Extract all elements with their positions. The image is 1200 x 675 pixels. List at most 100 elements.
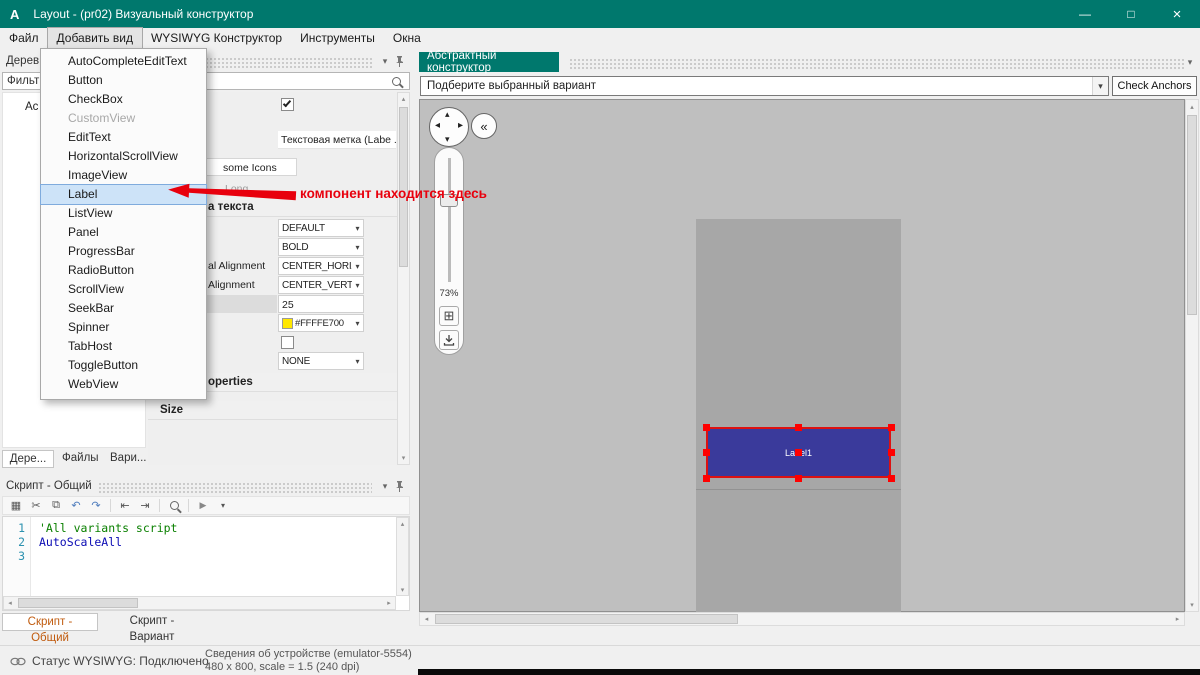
scroll-left-icon[interactable]: ◂ (420, 613, 433, 625)
menu-item-autocompleteedittext[interactable]: AutoCompleteEditText (41, 52, 206, 71)
canvas-vertical-scrollbar[interactable]: ▴ ▾ (1185, 99, 1199, 612)
fit-grid-button[interactable]: ⊞ (439, 306, 459, 326)
zoom-slider-track[interactable] (448, 158, 451, 282)
tab-script-variant[interactable]: Скрипт - Вариант (100, 613, 204, 643)
nav-right-icon[interactable]: ▸ (458, 120, 463, 131)
scrollbar-thumb[interactable] (18, 598, 138, 608)
run-icon[interactable]: ▶ (194, 497, 212, 514)
menu-item-listview[interactable]: ListView (41, 204, 206, 223)
menu-item-spinner[interactable]: Spinner (41, 318, 206, 337)
selection-handle[interactable] (795, 424, 802, 431)
maximize-button[interactable]: □ (1108, 0, 1154, 28)
search-icon[interactable] (392, 76, 401, 86)
selection-handle[interactable] (795, 449, 802, 456)
selection-handle[interactable] (888, 475, 895, 482)
outdent-icon[interactable]: ⇤ (116, 497, 134, 514)
chevron-down-icon[interactable]: ▾ (214, 497, 232, 514)
section-size[interactable]: Size (148, 401, 397, 420)
collapse-panel-button[interactable]: « (471, 113, 497, 139)
menu-item-togglebutton[interactable]: ToggleButton (41, 356, 206, 375)
selection-handle[interactable] (703, 475, 710, 482)
horizontal-alignment-dropdown[interactable]: CENTER_HORIZONTAL ▾ (278, 257, 364, 275)
horizontal-alignment-label: al Alignment (208, 260, 266, 272)
vertical-alignment-dropdown[interactable]: CENTER_VERTICAL ▾ (278, 276, 364, 294)
nav-down-icon[interactable]: ▾ (445, 134, 450, 145)
undo-icon[interactable]: ↶ (67, 497, 85, 514)
menu-item-tabhost[interactable]: TabHost (41, 337, 206, 356)
panel-menu-chevron-icon[interactable]: ▾ (378, 54, 392, 68)
indent-icon[interactable]: ⇥ (136, 497, 154, 514)
menu-item-panel[interactable]: Panel (41, 223, 206, 242)
close-button[interactable]: × (1154, 0, 1200, 28)
menu-item-webview[interactable]: WebView (41, 375, 206, 394)
tab-variants[interactable]: Вари... (104, 450, 150, 468)
tree-node[interactable]: Ac (25, 101, 38, 113)
device-screen[interactable] (696, 219, 901, 613)
design-canvas[interactable]: Label1 ▴ ▾ ◂ ▸ « 73% ⊞ (419, 99, 1185, 613)
selection-handle[interactable] (888, 424, 895, 431)
search-icon[interactable] (165, 497, 183, 514)
none-dropdown[interactable]: NONE ▾ (278, 352, 364, 370)
scroll-left-icon[interactable]: ◂ (4, 597, 16, 609)
tab-files[interactable]: Файлы (56, 450, 102, 468)
scroll-up-icon[interactable]: ▴ (397, 518, 408, 529)
scrollbar-thumb[interactable] (435, 614, 738, 624)
text-size-field[interactable]: 25 (278, 295, 364, 313)
tab-script-general[interactable]: Скрипт - Общий (2, 613, 98, 644)
tab-abstract-designer[interactable]: Абстрактный конструктор (419, 50, 559, 74)
scroll-down-icon[interactable]: ▾ (397, 584, 408, 595)
selection-handle[interactable] (888, 449, 895, 456)
cut-icon[interactable]: ✂ (27, 497, 45, 514)
visible-checkbox[interactable] (281, 98, 294, 111)
panel-menu-chevron-icon[interactable]: ▾ (378, 479, 392, 493)
menu-item-scrollview[interactable]: ScrollView (41, 280, 206, 299)
menu-item-button[interactable]: Button (41, 71, 206, 90)
tab-tree[interactable]: Дере... (2, 450, 54, 468)
selection-handle[interactable] (703, 449, 710, 456)
menu-wysiwyg-designer[interactable]: WYSIWYG Конструктор (142, 28, 291, 48)
icons-button[interactable]: some Icons (205, 158, 297, 176)
scroll-right-icon[interactable]: ▸ (1171, 613, 1184, 625)
typeface-dropdown[interactable]: DEFAULT ▾ (278, 219, 364, 237)
editor-horizontal-scrollbar[interactable]: ◂ ▸ (3, 596, 396, 610)
menu-tools[interactable]: Инструменты (291, 28, 384, 48)
menu-item-horizontalscrollview[interactable]: HorizontalScrollView (41, 147, 206, 166)
selection-handle[interactable] (703, 424, 710, 431)
property-checkbox[interactable] (281, 336, 294, 349)
import-button[interactable] (439, 330, 459, 350)
menu-item-radiobutton[interactable]: RadioButton (41, 261, 206, 280)
properties-scrollbar[interactable]: ▴ ▾ (397, 92, 410, 465)
minimize-button[interactable]: — (1062, 0, 1108, 28)
menu-windows[interactable]: Окна (384, 28, 430, 48)
check-anchors-button[interactable]: Check Anchors (1112, 76, 1197, 96)
menu-item-seekbar[interactable]: SeekBar (41, 299, 206, 318)
scrollbar-thumb[interactable] (1187, 115, 1197, 315)
pin-icon[interactable] (392, 479, 406, 493)
panel-menu-chevron-icon[interactable]: ▾ (1183, 55, 1197, 69)
redo-icon[interactable]: ↷ (87, 497, 105, 514)
nav-left-icon[interactable]: ◂ (435, 120, 440, 131)
scroll-up-icon[interactable]: ▴ (1186, 100, 1198, 113)
nav-up-icon[interactable]: ▴ (445, 109, 450, 120)
text-value-cell[interactable]: Текстовая метка (Labe ... (278, 131, 396, 149)
variant-selector[interactable]: Подберите выбранный вариант ▾ (420, 76, 1109, 96)
menu-add-view[interactable]: Добавить вид (46, 27, 143, 49)
style-dropdown[interactable]: BOLD ▾ (278, 238, 364, 256)
selection-handle[interactable] (795, 475, 802, 482)
new-window-icon[interactable]: ▦ (7, 497, 25, 514)
copy-icon[interactable]: ⧉ (47, 497, 65, 514)
menu-item-checkbox[interactable]: CheckBox (41, 90, 206, 109)
script-editor[interactable]: 1 'All variants script 2 AutoScaleAll 3 … (2, 516, 410, 611)
menu-item-progressbar[interactable]: ProgressBar (41, 242, 206, 261)
menu-file[interactable]: Файл (0, 28, 48, 48)
editor-vertical-scrollbar[interactable]: ▴ ▾ (396, 517, 409, 596)
canvas-horizontal-scrollbar[interactable]: ◂ ▸ (419, 612, 1185, 626)
scroll-down-icon[interactable]: ▾ (398, 452, 409, 464)
pin-icon[interactable] (392, 54, 406, 68)
scroll-down-icon[interactable]: ▾ (1186, 598, 1198, 611)
nav-pad[interactable]: ▴ ▾ ◂ ▸ (429, 107, 469, 147)
text-color-dropdown[interactable]: #FFFFE700 ▾ (278, 314, 364, 332)
scroll-up-icon[interactable]: ▴ (398, 93, 409, 105)
menu-item-edittext[interactable]: EditText (41, 128, 206, 147)
scroll-right-icon[interactable]: ▸ (383, 597, 395, 609)
